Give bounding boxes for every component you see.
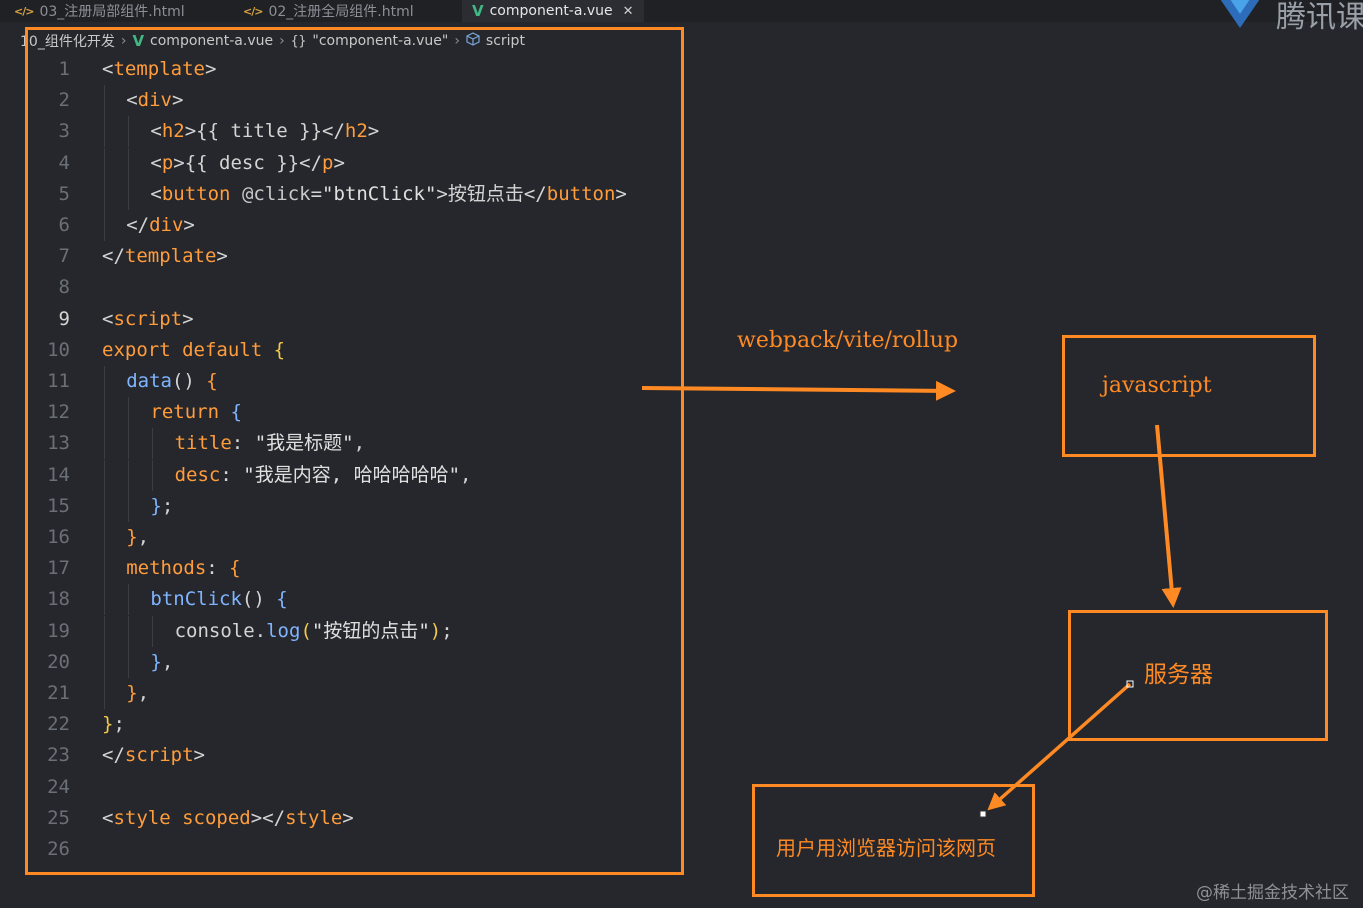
watermark: @稀土掘金技术社区	[1196, 883, 1349, 903]
arrow-server-to-browser	[987, 682, 1132, 811]
diagram-arrows	[641, 380, 1182, 818]
arrow-js-to-server	[1155, 424, 1182, 608]
arrow-code-to-bundler	[641, 380, 956, 401]
